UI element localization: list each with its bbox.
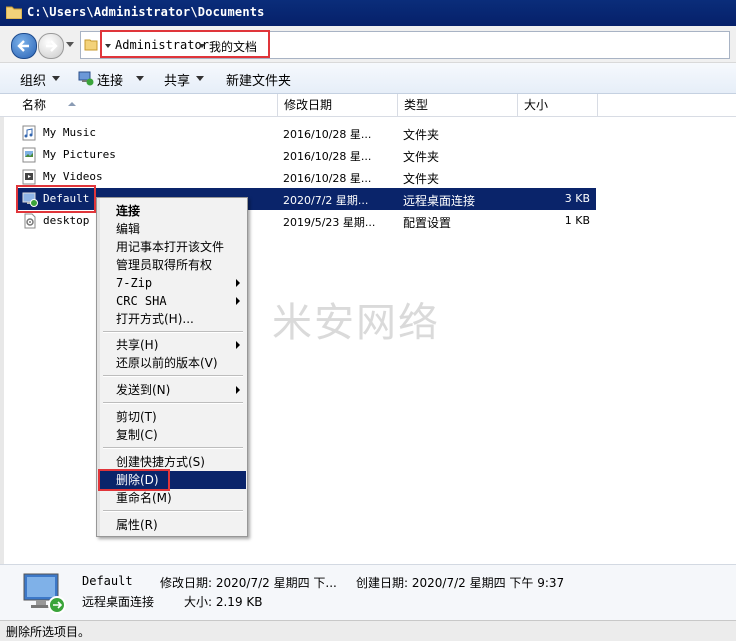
details-size: 大小: 2.19 KB <box>184 595 263 609</box>
sort-up-icon <box>68 102 76 106</box>
file-date: 2019/5/23 星期... <box>283 216 376 229</box>
window-title: C:\Users\Administrator\Documents <box>27 5 265 19</box>
menu-separator <box>103 402 243 404</box>
chevron-down-icon[interactable] <box>52 76 60 81</box>
submenu-arrow-icon <box>236 386 240 394</box>
share-button[interactable]: 共享 <box>164 70 190 89</box>
new-folder-button[interactable]: 新建文件夹 <box>226 70 291 89</box>
forward-arrow-icon <box>46 40 58 52</box>
file-type: 远程桌面连接 <box>403 194 476 208</box>
file-type: 文件夹 <box>403 172 440 186</box>
folder-icon <box>84 39 98 51</box>
menu-item-share[interactable]: 共享(H) <box>100 336 246 354</box>
details-created: 创建日期: 2020/7/2 星期四 下午 9:37 <box>356 576 565 590</box>
config-file-icon <box>24 213 36 229</box>
menu-separator <box>103 447 243 449</box>
column-size[interactable]: 大小 <box>518 94 598 116</box>
file-date: 2016/10/28 星... <box>283 128 372 141</box>
details-name: Default <box>82 574 133 588</box>
details-type: 远程桌面连接 <box>82 595 155 609</box>
menu-item-copy[interactable]: 复制(C) <box>100 426 246 444</box>
column-name-label: 名称 <box>22 98 47 112</box>
file-date: 2016/10/28 星... <box>283 150 372 163</box>
file-name: My Videos <box>43 170 103 183</box>
column-name[interactable]: 名称 <box>16 94 278 116</box>
connect-button[interactable]: 连接 <box>97 70 123 89</box>
file-row[interactable]: My Videos 2016/10/28 星... 文件夹 <box>16 166 596 188</box>
forward-button[interactable] <box>38 33 64 59</box>
file-type: 文件夹 <box>403 150 440 164</box>
column-header: 名称 修改日期 类型 大小 <box>0 94 736 117</box>
menu-item-7zip[interactable]: 7-Zip <box>100 274 246 292</box>
column-size-label: 大小 <box>524 98 549 112</box>
status-bar: 删除所选项目。 <box>0 620 736 641</box>
chevron-down-icon[interactable] <box>136 76 144 81</box>
menu-item-open-notepad[interactable]: 用记事本打开该文件 <box>100 238 246 256</box>
column-type[interactable]: 类型 <box>398 94 518 116</box>
file-type: 文件夹 <box>403 128 440 142</box>
chevron-down-icon[interactable] <box>196 76 204 81</box>
column-date-label: 修改日期 <box>284 98 333 112</box>
file-size: 1 KB <box>564 214 590 227</box>
menu-item-connect[interactable]: 连接 <box>100 202 246 220</box>
annotation-box-delete <box>98 469 170 491</box>
annotation-box-address <box>100 30 270 58</box>
file-row[interactable]: My Pictures 2016/10/28 星... 文件夹 <box>16 144 596 166</box>
menu-item-properties[interactable]: 属性(R) <box>100 516 246 534</box>
menu-item-rename[interactable]: 重命名(M) <box>100 489 246 507</box>
rdp-connect-icon <box>78 71 94 86</box>
toolbar: 组织 连接 共享 新建文件夹 <box>0 63 736 94</box>
music-folder-icon <box>22 125 36 141</box>
menu-item-restore-versions[interactable]: 还原以前的版本(V) <box>100 354 246 372</box>
title-bar: C:\Users\Administrator\Documents <box>0 0 736 26</box>
back-button[interactable] <box>11 33 37 59</box>
submenu-arrow-icon <box>236 297 240 305</box>
menu-item-open-with[interactable]: 打开方式(H)... <box>100 310 246 328</box>
submenu-arrow-icon <box>236 279 240 287</box>
organize-button[interactable]: 组织 <box>20 70 46 89</box>
menu-item-crc-sha-label: CRC SHA <box>116 294 167 308</box>
file-size: 3 KB <box>564 192 590 205</box>
menu-item-cut[interactable]: 剪切(T) <box>100 408 246 426</box>
menu-separator <box>103 375 243 377</box>
file-name: My Music <box>43 126 96 139</box>
column-date[interactable]: 修改日期 <box>278 94 398 116</box>
file-name: desktop <box>43 214 90 227</box>
details-pane: Default 远程桌面连接 修改日期: 2020/7/2 星期四 下... 大… <box>0 564 736 621</box>
pictures-folder-icon <box>22 147 36 163</box>
submenu-arrow-icon <box>236 341 240 349</box>
menu-item-7zip-label: 7-Zip <box>116 276 153 290</box>
back-arrow-icon <box>17 40 29 52</box>
folder-icon <box>6 6 22 19</box>
menu-item-take-ownership[interactable]: 管理员取得所有权 <box>100 256 246 274</box>
menu-item-send-to[interactable]: 发送到(N) <box>100 381 246 399</box>
menu-separator <box>103 331 243 333</box>
details-modified: 修改日期: 2020/7/2 星期四 下... <box>160 576 337 590</box>
menu-item-edit[interactable]: 编辑 <box>100 220 246 238</box>
menu-separator <box>103 510 243 512</box>
status-text: 删除所选项目。 <box>6 625 91 639</box>
file-date: 2016/10/28 星... <box>283 172 372 185</box>
recent-pages-dropdown[interactable] <box>66 42 74 47</box>
file-type: 配置设置 <box>403 216 452 230</box>
file-row[interactable]: My Music 2016/10/28 星... 文件夹 <box>16 122 596 144</box>
file-name: My Pictures <box>43 148 116 161</box>
menu-item-send-to-label: 发送到(N) <box>116 383 171 397</box>
watermark: 米安网络 <box>272 300 440 346</box>
menu-item-share-label: 共享(H) <box>116 338 159 352</box>
menu-item-crc-sha[interactable]: CRC SHA <box>100 292 246 310</box>
file-date: 2020/7/2 星期... <box>283 194 369 207</box>
videos-folder-icon <box>22 169 36 185</box>
column-type-label: 类型 <box>404 98 429 112</box>
rdp-file-large-icon <box>23 573 66 614</box>
annotation-box-default-file <box>16 185 96 213</box>
